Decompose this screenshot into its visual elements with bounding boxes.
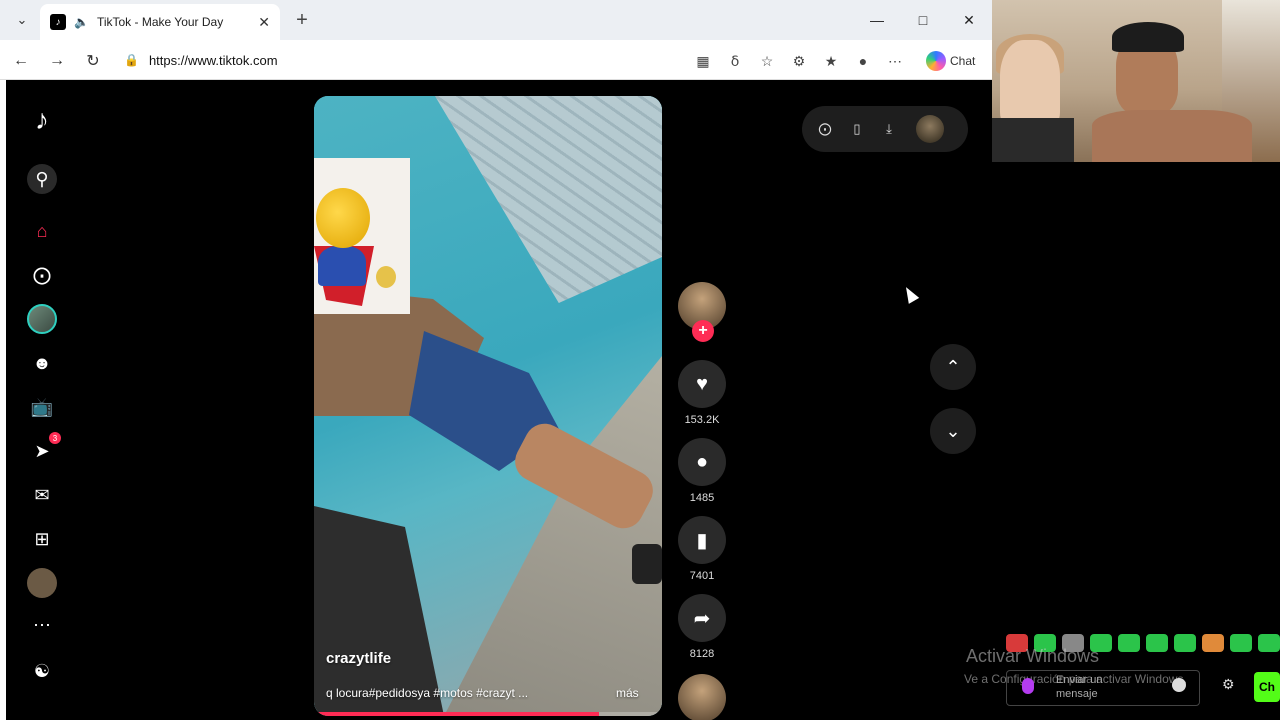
- like-button[interactable]: ♥: [678, 360, 726, 408]
- chat-send-button[interactable]: Ch: [1254, 672, 1280, 702]
- autoscroll-icon[interactable]: ⨀: [816, 120, 834, 138]
- settings-icon[interactable]: ☯: [27, 656, 57, 686]
- toolbar-icons: ▦ ẟ ☆ ⚙ ★ ● ⋯: [690, 48, 908, 74]
- like-count: 153.2K: [684, 414, 720, 426]
- window-controls: — □ ✕: [854, 0, 992, 40]
- music-disc-avatar[interactable]: [678, 674, 726, 720]
- chat-placeholder: Enviar un mensaje: [1056, 674, 1103, 700]
- chat-settings-icon[interactable]: ⚙: [1222, 676, 1235, 693]
- tab-actions-chevron-icon[interactable]: ⌄: [8, 6, 36, 34]
- emote-icon[interactable]: [1258, 634, 1280, 652]
- inbox-icon[interactable]: ✉: [27, 480, 57, 510]
- person-1: [1000, 40, 1060, 130]
- phone-icon[interactable]: ▯: [848, 120, 866, 138]
- messages-badge: 3: [49, 432, 61, 444]
- video-player[interactable]: crazytlife q locura#pedidosya #motos #cr…: [314, 96, 662, 716]
- shoe: [632, 544, 662, 584]
- copilot-icon: [926, 51, 946, 71]
- progress-fill: [314, 712, 600, 716]
- back-button[interactable]: ←: [8, 48, 34, 74]
- forward-button[interactable]: →: [44, 48, 70, 74]
- mouse-cursor-icon: [900, 284, 920, 304]
- emote-icon[interactable]: [1202, 634, 1224, 652]
- activate-windows-title: Activar Windows: [966, 646, 1100, 666]
- webcam-feed: [992, 0, 1280, 162]
- address-bar[interactable]: 🔒 https://www.tiktok.com: [116, 46, 776, 74]
- translate-icon[interactable]: ẟ: [722, 48, 748, 74]
- search-icon[interactable]: ⚲: [27, 164, 57, 194]
- following-avatar-icon[interactable]: [27, 304, 57, 334]
- refresh-button[interactable]: ↻: [80, 48, 106, 74]
- new-tab-button[interactable]: +: [290, 8, 314, 32]
- next-video-button[interactable]: ⌄: [930, 408, 976, 454]
- mic-icon[interactable]: [1022, 678, 1034, 694]
- person-2-body: [1092, 110, 1252, 162]
- chat-label: Chat: [950, 54, 976, 68]
- favorites-icon[interactable]: ★: [818, 48, 844, 74]
- follow-plus-icon[interactable]: +: [692, 320, 714, 342]
- tab-tiktok[interactable]: ♪ 🔈 TikTok - Make Your Day ✕: [40, 4, 280, 40]
- bookmark-count: 7401: [689, 570, 715, 582]
- extensions-icon[interactable]: ⚙: [786, 48, 812, 74]
- more-icon[interactable]: ⋯: [27, 610, 57, 640]
- player-options-pill: ⨀ ▯ ⤓: [802, 106, 968, 152]
- tiktok-favicon-icon: ♪: [50, 14, 66, 30]
- coin-icon: [376, 266, 396, 288]
- sidebar: ♪ ⚲ ⌂ ⨀ ☻ 📺 ➤ 3 ✉ ⊞ ⋯ ☯: [6, 80, 78, 720]
- comment-button[interactable]: ●: [678, 438, 726, 486]
- explore-icon[interactable]: ⨀: [27, 260, 57, 290]
- user-avatar[interactable]: [916, 115, 944, 143]
- lock-icon[interactable]: 🔒: [124, 53, 139, 67]
- tiktok-page: ♪ ⚲ ⌂ ⨀ ☻ 📺 ➤ 3 ✉ ⊞ ⋯ ☯ crazytlife q loc…: [6, 80, 992, 720]
- emoji-picker-icon[interactable]: [1172, 678, 1186, 692]
- app-available-icon[interactable]: ▦: [690, 48, 716, 74]
- url-text: https://www.tiktok.com: [148, 52, 278, 68]
- messages-icon[interactable]: ➤ 3: [27, 432, 61, 466]
- emote-icon[interactable]: [1146, 634, 1168, 652]
- friends-icon[interactable]: ☻: [27, 348, 57, 378]
- stream-chat-panel: [998, 162, 1280, 720]
- emote-icon[interactable]: [1230, 634, 1252, 652]
- comment-count: 1485: [689, 492, 715, 504]
- share-count: 8128: [689, 648, 715, 660]
- minimize-button[interactable]: —: [854, 0, 900, 40]
- emote-icon[interactable]: [1174, 634, 1196, 652]
- download-icon[interactable]: ⤓: [880, 120, 898, 138]
- more-link[interactable]: más: [616, 686, 639, 700]
- more-options-icon[interactable]: ⋯: [882, 48, 908, 74]
- maximize-button[interactable]: □: [900, 0, 946, 40]
- tab-close-icon[interactable]: ✕: [258, 14, 270, 31]
- close-window-button[interactable]: ✕: [946, 0, 992, 40]
- video-description: q locura#pedidosya #motos #crazyt ...: [326, 686, 529, 700]
- tiktok-logo-icon[interactable]: ♪: [26, 104, 58, 136]
- share-button[interactable]: ➦: [678, 594, 726, 642]
- tab-title: TikTok - Make Your Day: [96, 15, 224, 29]
- live-icon[interactable]: 📺: [27, 392, 57, 422]
- speaker-icon[interactable]: 🔈: [74, 15, 89, 29]
- tab-bar: ⌄ ♪ 🔈 TikTok - Make Your Day ✕ + — □ ✕: [0, 0, 992, 40]
- favorite-star-icon[interactable]: ☆: [754, 48, 780, 74]
- emoji-body: [318, 246, 366, 286]
- upload-icon[interactable]: ⊞: [27, 524, 57, 554]
- browser-toolbar: ← → ↻ 🔒 https://www.tiktok.com ▦ ẟ ☆ ⚙ ★…: [0, 40, 992, 80]
- home-icon[interactable]: ⌂: [27, 216, 57, 246]
- person-2-cap: [1112, 22, 1184, 52]
- video-username[interactable]: crazytlife: [326, 650, 391, 667]
- profile-icon[interactable]: ●: [850, 48, 876, 74]
- profile-avatar-icon[interactable]: [27, 568, 57, 598]
- emoji-face-icon: [316, 188, 370, 248]
- copilot-chat-button[interactable]: Chat: [926, 48, 975, 74]
- person-1-body: [992, 118, 1074, 162]
- emote-icon[interactable]: [1118, 634, 1140, 652]
- previous-video-button[interactable]: ⌃: [930, 344, 976, 390]
- bookmark-button[interactable]: ▮: [678, 516, 726, 564]
